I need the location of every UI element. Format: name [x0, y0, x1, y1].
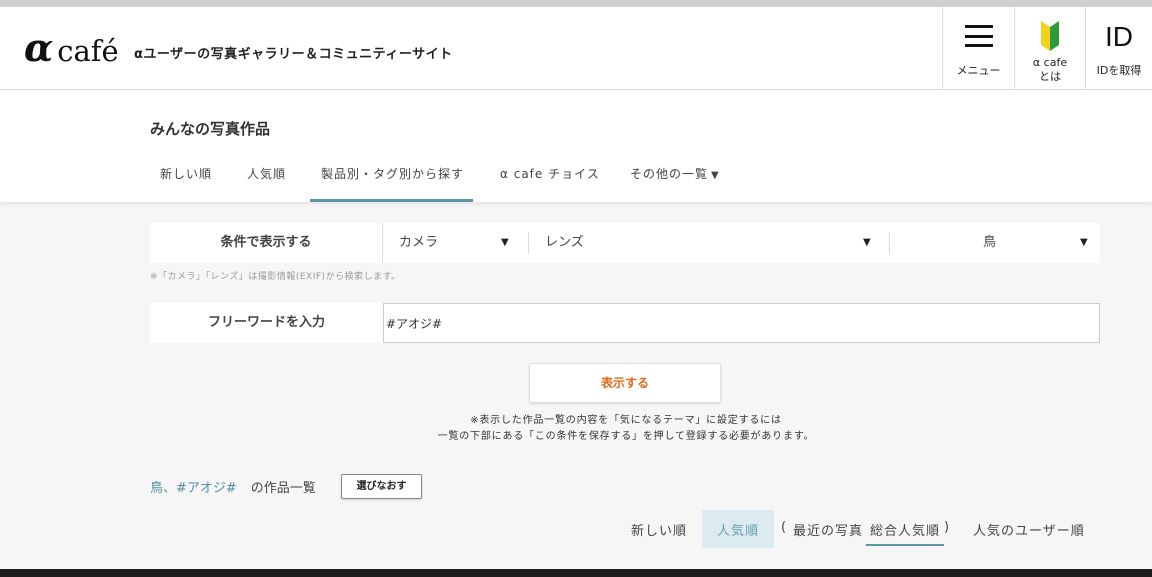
active-tab-indicator: [310, 199, 473, 202]
camera-select[interactable]: カメラ ▼: [399, 223, 529, 263]
id-icon-text: ID: [1105, 21, 1133, 52]
about-label-line2: とは: [1039, 70, 1061, 83]
result-suffix: の作品一覧: [250, 481, 316, 496]
site-logo[interactable]: α café: [24, 29, 119, 67]
sort-popular[interactable]: 人気順: [717, 520, 759, 539]
get-id-button[interactable]: ID IDを取得: [1085, 7, 1152, 90]
footer-bar: [0, 569, 1152, 577]
about-button[interactable]: α cafe とは: [1014, 7, 1085, 90]
tab-newest[interactable]: 新しい順: [160, 165, 212, 182]
top-strip: [0, 0, 1152, 7]
subject-select[interactable]: 鳥 ▼: [890, 223, 1100, 263]
sort-open-paren: (: [781, 520, 788, 535]
result-tags[interactable]: 鳥、#アオジ#: [150, 481, 237, 496]
get-id-label: IDを取得: [1096, 64, 1142, 77]
logo-cafe: café: [57, 34, 119, 68]
hamburger-icon: [965, 25, 993, 47]
logo-alpha: α: [24, 25, 54, 70]
triangle-down-icon: ▼: [711, 170, 720, 181]
lens-select[interactable]: レンズ ▼: [545, 223, 875, 263]
sort-recent-photos[interactable]: 最近の写真: [793, 520, 863, 539]
dropdown-arrow-icon: ▼: [1080, 237, 1088, 248]
reselect-button[interactable]: 選びなおす: [341, 474, 422, 499]
sort-newest[interactable]: 新しい順: [631, 520, 687, 539]
notice-line2: 一覧の下部にある「この条件を保存する」を押して登録する必要があります。: [437, 431, 815, 442]
site-tagline: αユーザーの写真ギャラリー＆コミュニティーサイト: [134, 47, 453, 62]
page-title: みんなの写真作品: [150, 120, 271, 138]
menu-label: メニュー: [956, 64, 1001, 77]
active-subsort-indicator: [866, 544, 944, 546]
keyword-input[interactable]: [383, 303, 1100, 343]
dropdown-arrow-icon: ▼: [501, 237, 509, 248]
sort-overall-popular[interactable]: 総合人気順: [870, 520, 940, 539]
menu-button[interactable]: メニュー: [942, 7, 1014, 90]
filter-row: 条件で表示する カメラ ▼ レンズ ▼ 鳥 ▼: [150, 223, 1100, 263]
tab-search-by-product-tag[interactable]: 製品別・タグ別から探す: [321, 165, 464, 182]
tab-other-lists-label: その他の一覧: [630, 167, 709, 181]
lens-select-value: レンズ: [545, 235, 584, 250]
show-button[interactable]: 表示する: [529, 363, 721, 403]
camera-select-value: カメラ: [399, 235, 439, 250]
sort-popular-users[interactable]: 人気のユーザー順: [973, 520, 1085, 539]
tab-popular[interactable]: 人気順: [247, 165, 286, 182]
keyword-row: フリーワードを入力: [150, 303, 1100, 343]
divider: [528, 232, 529, 254]
about-label-line1: α cafe: [1032, 56, 1068, 69]
result-heading: 鳥、#アオジ# の作品一覧: [150, 477, 316, 496]
notice-line1: ※表示した作品一覧の内容を「気になるテーマ」に設定するには: [470, 415, 782, 426]
site-header: α café αユーザーの写真ギャラリー＆コミュニティーサイト メニュー α c…: [0, 7, 1152, 90]
tab-cafe-choice[interactable]: α cafe チョイス: [500, 165, 600, 182]
tab-other-lists[interactable]: その他の一覧 ▼: [630, 165, 720, 182]
exif-note: ※「カメラ」「レンズ」は撮影情報(EXIF)から検索します。: [150, 272, 401, 282]
subject-select-value: 鳥: [983, 235, 997, 250]
keyword-label: フリーワードを入力: [207, 315, 325, 330]
dropdown-arrow-icon: ▼: [863, 237, 871, 248]
gallery-nav: みんなの写真作品 新しい順 人気順 製品別・タグ別から探す α cafe チョイ…: [0, 90, 1152, 202]
filter-label: 条件で表示する: [150, 223, 383, 263]
sort-close-paren: ): [944, 520, 951, 535]
beginner-mark-icon: [1041, 21, 1059, 51]
